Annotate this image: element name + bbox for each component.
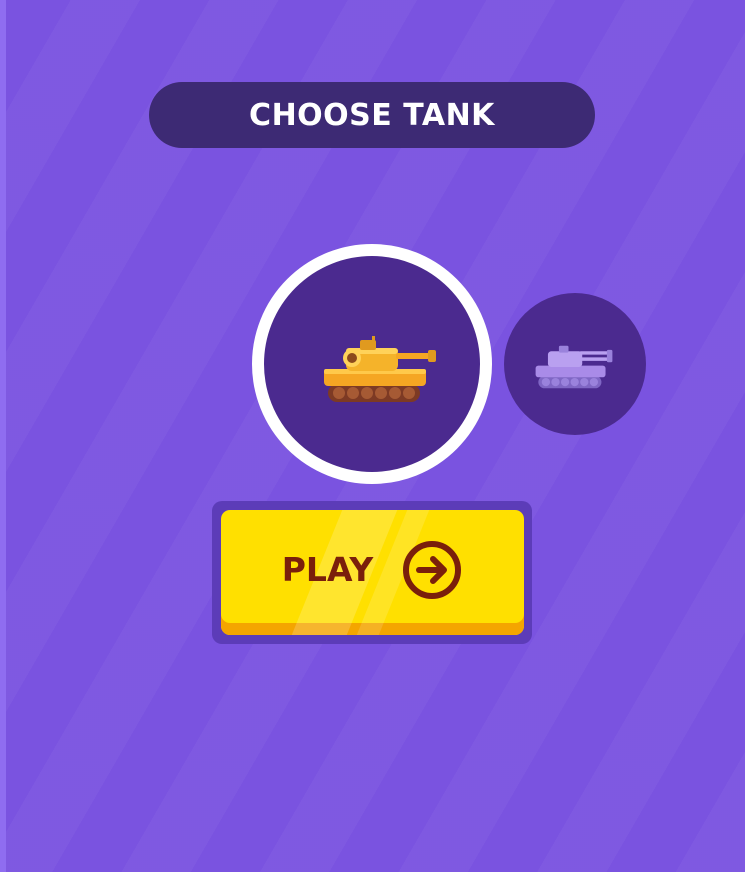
play-button-label: PLAY <box>281 550 374 589</box>
yellow-tank-icon <box>324 336 436 402</box>
play-button[interactable]: PLAY <box>221 510 524 635</box>
page-title: CHOOSE TANK <box>249 97 495 133</box>
title-banner: CHOOSE TANK <box>149 82 595 148</box>
tank-option-locked[interactable] <box>504 293 646 435</box>
tank-option-selected[interactable] <box>252 244 492 484</box>
left-edge-strip <box>0 0 6 872</box>
lavender-tank-icon <box>535 345 613 389</box>
arrow-right-circle-icon <box>403 540 462 599</box>
